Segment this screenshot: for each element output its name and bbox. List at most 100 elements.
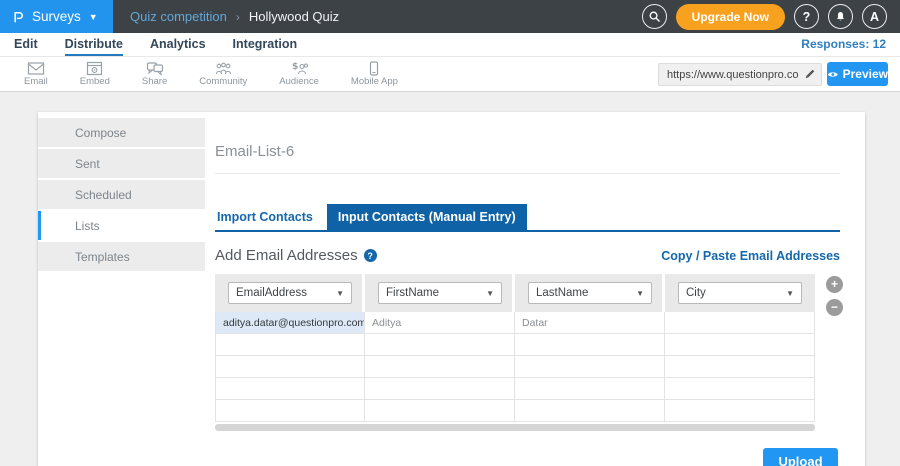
toolbar-item-label: Mobile App — [351, 76, 398, 87]
surveys-menu-label: Surveys — [32, 9, 81, 24]
sidebar-item-label: Compose — [75, 126, 126, 140]
grid-header-cell: City ▼ — [665, 274, 815, 312]
dropdown-arrow-icon: ▼ — [786, 289, 794, 298]
sidebar-item-label: Scheduled — [75, 188, 132, 202]
surveys-menu[interactable]: Surveys ▼ — [0, 0, 113, 33]
table-row: aditya.datar@questionpro.com Aditya Data… — [215, 312, 815, 334]
grid-header-cell: LastName ▼ — [515, 274, 665, 312]
table-cell-city[interactable] — [665, 400, 815, 421]
row-controls: + − — [826, 276, 843, 316]
topbar: Surveys ▼ Quiz competition › Hollywood Q… — [0, 0, 900, 33]
dropdown-arrow-icon: ▼ — [486, 289, 494, 298]
table-cell-city[interactable] — [665, 312, 815, 333]
sidebar-item-templates[interactable]: Templates — [38, 242, 205, 271]
table-cell-lastname[interactable]: Datar — [515, 312, 665, 333]
nav-item-edit[interactable]: Edit — [14, 37, 38, 56]
survey-url-input[interactable] — [658, 63, 822, 86]
breadcrumb-separator-icon: › — [236, 10, 240, 24]
notifications-button[interactable] — [828, 4, 853, 29]
toolbar-item-share[interactable]: Share — [142, 61, 167, 87]
pencil-icon — [804, 68, 816, 80]
avatar[interactable]: A — [862, 4, 887, 29]
edit-url-button[interactable] — [804, 67, 816, 85]
table-cell-city[interactable] — [665, 378, 815, 399]
toolbar-item-label: Embed — [80, 76, 110, 87]
sidebar-item-scheduled[interactable]: Scheduled — [38, 180, 205, 209]
sidebar-item-compose[interactable]: Compose — [38, 118, 205, 147]
nav-item-analytics[interactable]: Analytics — [150, 37, 206, 56]
share-icon — [146, 61, 164, 76]
column-select-value: City — [686, 287, 706, 299]
column-select-value: LastName — [536, 287, 588, 299]
table-cell-email[interactable] — [215, 378, 365, 399]
chevron-down-icon: ▼ — [89, 12, 98, 22]
toolbar-item-label: Audience — [279, 76, 319, 87]
table-cell-city[interactable] — [665, 334, 815, 355]
section-header: Add Email Addresses ? Copy / Paste Email… — [215, 247, 840, 264]
toolbar-item-audience[interactable]: $ Audience — [279, 61, 319, 87]
preview-button-label: Preview — [843, 67, 888, 81]
list-content: Email-List-6 Import Contacts Input Conta… — [215, 143, 840, 466]
distribute-toolbar: Email Embed Share Community — [0, 57, 900, 92]
dropdown-arrow-icon: ▼ — [336, 289, 344, 298]
toolbar-item-label: Community — [199, 76, 247, 87]
sidebar-item-sent[interactable]: Sent — [38, 149, 205, 178]
contacts-grid: EmailAddress ▼ FirstName ▼ LastName — [215, 274, 815, 431]
tab-import-contacts[interactable]: Import Contacts — [215, 204, 327, 230]
search-button[interactable] — [642, 4, 667, 29]
nav-item-integration[interactable]: Integration — [233, 37, 298, 56]
toolbar-item-email[interactable]: Email — [24, 61, 48, 87]
column-select-city[interactable]: City ▼ — [678, 282, 802, 304]
grid-header-row: EmailAddress ▼ FirstName ▼ LastName — [215, 274, 815, 312]
table-cell-lastname[interactable] — [515, 334, 665, 355]
upgrade-now-button[interactable]: Upgrade Now — [676, 4, 785, 30]
breadcrumb-parent[interactable]: Quiz competition — [130, 9, 227, 24]
bell-icon — [834, 10, 847, 23]
toolbar-item-mobile-app[interactable]: Mobile App — [351, 61, 398, 87]
mobile-app-icon — [368, 61, 380, 76]
column-select-emailaddress[interactable]: EmailAddress ▼ — [228, 282, 352, 304]
table-cell-firstname[interactable]: Aditya — [365, 312, 515, 333]
nav-item-distribute[interactable]: Distribute — [65, 37, 123, 56]
title-divider — [215, 173, 840, 174]
toolbar-item-community[interactable]: Community — [199, 61, 247, 87]
table-cell-email[interactable] — [215, 400, 365, 421]
table-cell-lastname[interactable] — [515, 356, 665, 377]
help-button[interactable]: ? — [794, 4, 819, 29]
table-cell-email[interactable] — [215, 334, 365, 355]
help-tooltip-icon[interactable]: ? — [364, 249, 377, 262]
section-title: Add Email Addresses — [215, 247, 358, 264]
column-select-lastname[interactable]: LastName ▼ — [528, 282, 652, 304]
grid-header-cell: FirstName ▼ — [365, 274, 515, 312]
sidebar-item-label: Sent — [75, 157, 100, 171]
email-icon — [27, 61, 45, 76]
eye-icon — [827, 70, 839, 79]
toolbar-item-embed[interactable]: Embed — [80, 61, 110, 87]
table-cell-email[interactable]: aditya.datar@questionpro.com — [215, 312, 365, 333]
table-cell-lastname[interactable] — [515, 378, 665, 399]
table-cell-firstname[interactable] — [365, 378, 515, 399]
table-cell-firstname[interactable] — [365, 356, 515, 377]
copy-paste-link[interactable]: Copy / Paste Email Addresses — [661, 249, 840, 263]
table-cell-lastname[interactable] — [515, 400, 665, 421]
table-cell-city[interactable] — [665, 356, 815, 377]
add-row-button[interactable]: + — [826, 276, 843, 293]
remove-row-button[interactable]: − — [826, 299, 843, 316]
sidebar-item-lists[interactable]: Lists — [38, 211, 205, 240]
topbar-actions: Upgrade Now ? A — [642, 4, 900, 30]
upload-button[interactable]: Upload — [763, 448, 838, 466]
survey-nav: Edit Distribute Analytics Integration Re… — [0, 33, 900, 57]
upload-area: Upload — [215, 448, 840, 466]
table-cell-email[interactable] — [215, 356, 365, 377]
table-cell-firstname[interactable] — [365, 400, 515, 421]
tab-input-contacts-manual-entry[interactable]: Input Contacts (Manual Entry) — [327, 204, 527, 230]
column-select-firstname[interactable]: FirstName ▼ — [378, 282, 502, 304]
embed-icon — [86, 61, 103, 76]
horizontal-scrollbar[interactable] — [215, 424, 815, 431]
page-title: Email-List-6 — [215, 143, 840, 160]
breadcrumb-current: Hollywood Quiz — [249, 9, 339, 24]
preview-button[interactable]: Preview — [827, 62, 888, 86]
breadcrumb: Quiz competition › Hollywood Quiz — [130, 9, 339, 24]
table-cell-firstname[interactable] — [365, 334, 515, 355]
responses-count[interactable]: Responses: 12 — [801, 37, 886, 51]
